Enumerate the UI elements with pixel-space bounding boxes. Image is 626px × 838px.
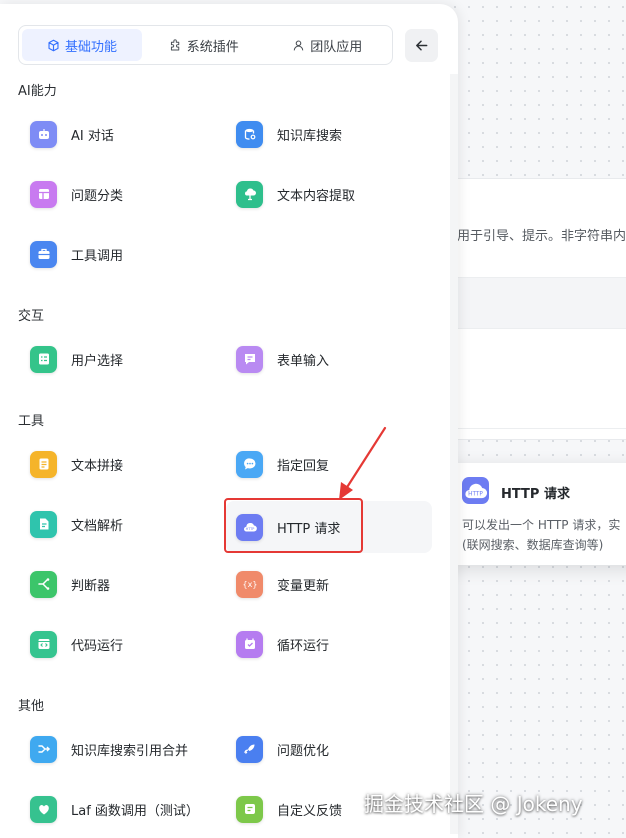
node-item-content-extract[interactable]: 文本内容提取: [226, 168, 432, 220]
tab-label: 系统插件: [186, 39, 239, 55]
svg-text:{x}: {x}: [242, 580, 257, 589]
node-item-dataset-concat[interactable]: 知识库搜索引用合并: [20, 723, 226, 775]
text-icon: [30, 450, 57, 478]
arrow-left-icon: [416, 40, 428, 51]
document-icon: [30, 510, 57, 538]
feedback-icon: [236, 795, 263, 823]
node-item-laf-call[interactable]: Laf 函数调用（测试）: [20, 783, 226, 835]
merge-icon: [30, 735, 57, 763]
node-item-label: AI 对话: [71, 128, 114, 144]
tab-label: 基础功能: [64, 39, 117, 55]
node-item-label: 变量更新: [277, 578, 330, 594]
node-item-label: 用户选择: [71, 353, 124, 369]
node-item-label: 代码运行: [71, 638, 124, 654]
code-icon: [30, 630, 57, 658]
section-title: 工具: [18, 414, 45, 429]
node-item-label: 知识库搜索引用合并: [71, 743, 189, 759]
database-icon: [236, 120, 263, 148]
node-item-label: 自定义反馈: [277, 803, 343, 819]
node-item-label: 工具调用: [71, 248, 124, 264]
section-title: AI能力: [18, 84, 57, 99]
tooltip-desc-line: (联网搜索、数据库查询等): [462, 538, 604, 552]
section-title: 交互: [18, 309, 45, 324]
variable-icon: {x}: [236, 570, 263, 598]
node-item-classify-question[interactable]: 问题分类: [20, 168, 226, 220]
node-item-label: 文档解析: [71, 518, 124, 534]
node-field-row: [457, 277, 626, 329]
toolbox-icon: [30, 240, 57, 268]
node-field-area: [457, 331, 626, 429]
node-item-label: 问题优化: [277, 743, 330, 759]
node-item-label: 文本内容提取: [277, 188, 356, 204]
cube-icon: [48, 39, 59, 51]
form-icon: [236, 345, 263, 373]
node-item-label: 循环运行: [277, 638, 330, 654]
laf-icon: [30, 795, 57, 823]
layout-icon: [30, 180, 57, 208]
tooltip-desc-line: 可以发出一个 HTTP 请求，实: [462, 518, 621, 532]
robot-icon: [30, 120, 57, 148]
node-item-http-request[interactable]: HTTP HTTP 请求: [226, 501, 432, 553]
node-item-label: 问题分类: [71, 188, 124, 204]
tab-team-apps[interactable]: 团队应用: [266, 29, 390, 61]
rocket-icon: [236, 735, 263, 763]
node-tooltip: HTTP HTTP 请求 可以发出一个 HTTP 请求，实 (联网搜索、数据库查…: [446, 463, 626, 565]
node-item-form-input[interactable]: 表单输入: [226, 333, 432, 385]
node-item-label: 文本拼接: [71, 458, 124, 474]
tab-basic[interactable]: 基础功能: [22, 29, 142, 61]
node-item-label: HTTP 请求: [277, 521, 341, 537]
puzzle-icon: [170, 38, 179, 50]
chat-bubble-icon: [236, 450, 263, 478]
loop-icon: [236, 630, 263, 658]
collapse-button[interactable]: [405, 29, 438, 62]
watermark-text: 掘金技术社区 @ Jokeny: [364, 792, 583, 816]
node-item-label: 指定回复: [277, 458, 330, 474]
tooltip-title: HTTP 请求: [501, 487, 570, 502]
node-library-panel: 基础功能 系统插件 团队应用 AI能力 AI 对话 知识库搜索 问题分类 文本内…: [0, 4, 458, 838]
tab-label: 团队应用: [310, 39, 363, 55]
node-item-if-else[interactable]: 判断器: [20, 558, 226, 610]
node-item-query-extension[interactable]: 问题优化: [226, 723, 432, 775]
node-item-label: 表单输入: [277, 353, 330, 369]
node-item-loop-run[interactable]: 循环运行: [226, 618, 432, 670]
svg-text:HTTP: HTTP: [468, 492, 483, 498]
scrollbar[interactable]: [450, 74, 458, 834]
node-item-tool-call[interactable]: 工具调用: [20, 228, 226, 280]
http-cloud-icon: HTTP: [462, 477, 489, 504]
tooltip-description: 可以发出一个 HTTP 请求，实 (联网搜索、数据库查询等): [462, 515, 620, 555]
branch-icon: [30, 570, 57, 598]
node-item-label: 知识库搜索: [277, 128, 343, 144]
node-item-ai-chat[interactable]: AI 对话: [20, 108, 226, 160]
node-item-code-run[interactable]: 代码运行: [20, 618, 226, 670]
node-item-doc-parse[interactable]: 文档解析: [20, 498, 226, 550]
panel-tabs: 基础功能 系统插件 团队应用: [18, 25, 393, 65]
node-item-variable-update[interactable]: {x} 变量更新: [226, 558, 432, 610]
node-item-label: Laf 函数调用（测试）: [71, 803, 199, 819]
http-cloud-icon: HTTP: [236, 513, 263, 541]
node-item-dataset-search[interactable]: 知识库搜索: [226, 108, 432, 160]
user-icon: [293, 40, 304, 50]
node-item-user-select[interactable]: 用户选择: [20, 333, 226, 385]
cloud-tree-icon: [236, 180, 263, 208]
tab-system-plugins[interactable]: 系统插件: [142, 29, 266, 61]
svg-text:HTTP: HTTP: [245, 527, 254, 531]
section-title: 其他: [18, 699, 45, 714]
node-item-text-concat[interactable]: 文本拼接: [20, 438, 226, 490]
node-hint-text: 用于引导、提示。非字符串内容: [457, 229, 626, 244]
checklist-icon: [30, 345, 57, 373]
node-item-answer[interactable]: 指定回复: [226, 438, 432, 490]
node-item-label: 判断器: [71, 578, 111, 594]
